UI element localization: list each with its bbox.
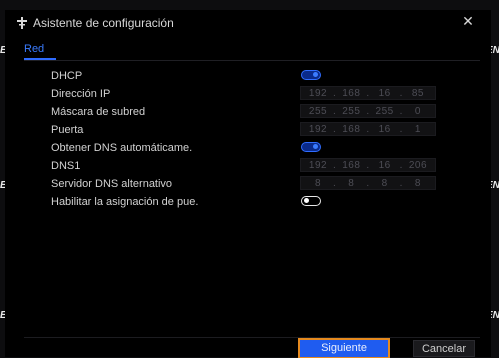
alternate-dns-input[interactable]: 8. 8. 8. 8 — [300, 176, 436, 190]
gateway-octet-3: 16 — [378, 123, 391, 135]
tab-divider — [24, 60, 480, 61]
tab-red[interactable]: Red — [24, 43, 44, 55]
close-icon[interactable]: ✕ — [461, 14, 475, 28]
ip-octet-4: 85 — [411, 87, 424, 99]
alternate-dns-label: Servidor DNS alternativo — [51, 178, 173, 190]
subnet-mask-label: Máscara de subred — [51, 106, 146, 118]
dns1-input[interactable]: 192. 168. 16. 206 — [300, 158, 436, 172]
next-button[interactable]: Siguiente — [300, 340, 388, 357]
auto-dns-toggle[interactable] — [301, 142, 321, 152]
gateway-octet-1: 192 — [308, 123, 328, 135]
mask-octet-4: 0 — [414, 105, 421, 117]
dns1-octet-3: 16 — [378, 159, 391, 171]
toggle-knob — [313, 72, 318, 77]
dns2-octet-1: 8 — [314, 177, 322, 189]
cancel-button[interactable]: Cancelar — [413, 340, 475, 357]
auto-dns-label: Obtener DNS automáticame. — [51, 142, 193, 154]
gateway-label: Puerta — [51, 124, 84, 136]
dns2-octet-3: 8 — [381, 177, 388, 189]
footer-divider — [24, 337, 480, 338]
toggle-knob — [304, 198, 309, 203]
mask-octet-1: 255 — [308, 105, 328, 117]
dns1-octet-2: 168 — [342, 159, 361, 171]
port-mapping-toggle[interactable] — [301, 196, 321, 206]
ip-address-input[interactable]: 192. 168. 16. 85 — [300, 86, 436, 100]
dns1-label: DNS1 — [51, 160, 81, 172]
dns1-octet-4: 206 — [408, 159, 428, 171]
dialog-titlebar: Asistente de configuración ✕ — [5, 10, 491, 36]
toggle-knob — [313, 144, 318, 149]
mask-octet-2: 255 — [342, 105, 361, 117]
ip-address-label: Dirección IP — [51, 88, 111, 100]
setup-wizard-dialog: Asistente de configuración ✕ Red DHCP Di… — [5, 10, 491, 357]
dhcp-toggle[interactable] — [301, 70, 321, 80]
dns2-octet-4: 8 — [414, 177, 421, 189]
dialog-title: Asistente de configuración — [33, 16, 174, 30]
network-port-icon — [16, 16, 28, 29]
subnet-mask-input[interactable]: 255. 255. 255. 0 — [300, 104, 436, 118]
mask-octet-3: 255 — [375, 105, 394, 117]
ip-octet-3: 16 — [378, 87, 391, 99]
gateway-octet-2: 168 — [342, 123, 361, 135]
dhcp-label: DHCP — [51, 70, 83, 82]
gateway-octet-4: 1 — [414, 123, 421, 135]
ip-octet-2: 168 — [342, 87, 361, 99]
ip-octet-1: 192 — [308, 87, 328, 99]
dns2-octet-2: 8 — [348, 177, 355, 189]
gateway-input[interactable]: 192. 168. 16. 1 — [300, 122, 436, 136]
dns1-octet-1: 192 — [308, 159, 328, 171]
port-mapping-label: Habilitar la asignación de pue. — [51, 196, 199, 208]
